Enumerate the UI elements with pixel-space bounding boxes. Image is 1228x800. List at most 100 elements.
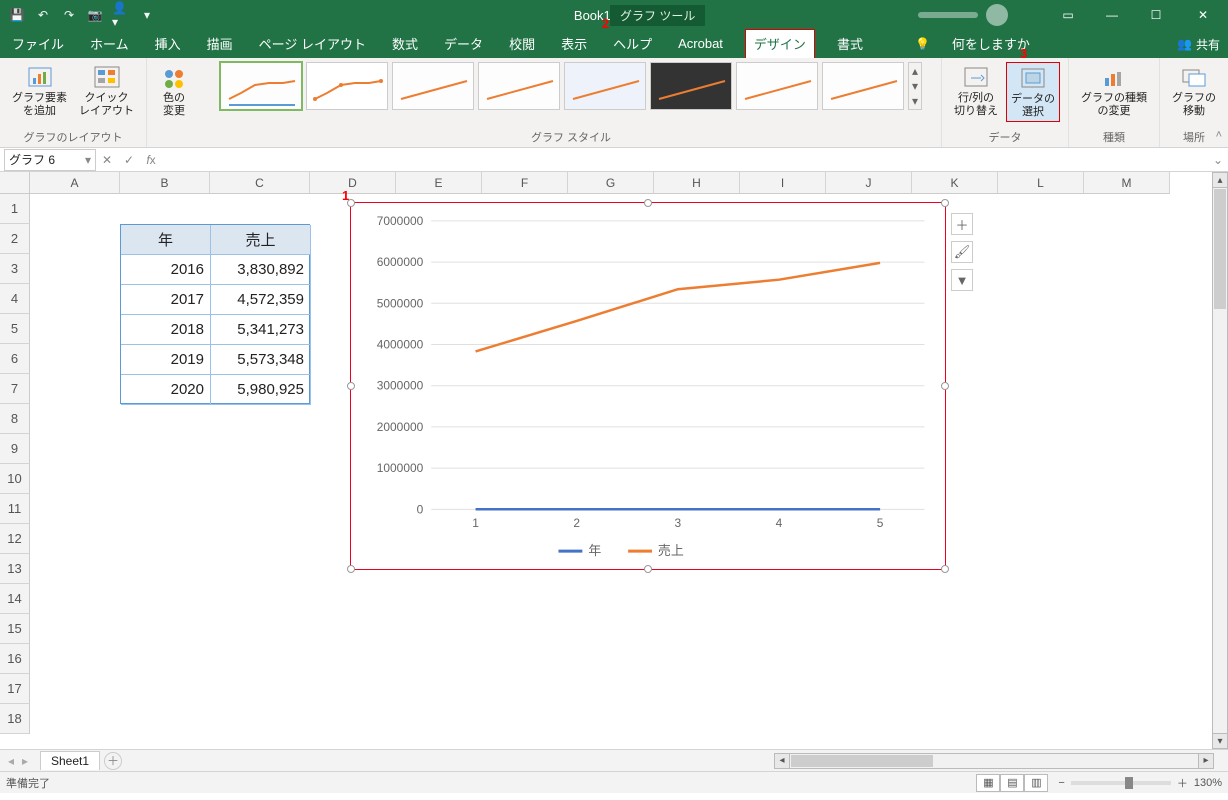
cell-sales-4[interactable]: 5,980,925 [211, 375, 311, 405]
quick-layout-button[interactable]: クイック レイアウト [75, 62, 138, 120]
row-header-16[interactable]: 16 [0, 644, 30, 674]
normal-view-button[interactable]: ▦ [976, 774, 1000, 792]
column-header-J[interactable]: J [826, 172, 912, 194]
chart-style-6[interactable] [650, 62, 732, 110]
expand-formula-bar-icon[interactable]: ⌄ [1208, 153, 1228, 167]
row-header-5[interactable]: 5 [0, 314, 30, 344]
scroll-left-icon[interactable]: ◂ [774, 753, 790, 769]
chart-handle-r[interactable] [941, 382, 949, 390]
row-header-7[interactable]: 7 [0, 374, 30, 404]
tab-help[interactable]: ヘルプ [609, 30, 656, 59]
formula-input[interactable] [162, 149, 1208, 171]
cell-sales-3[interactable]: 5,573,348 [211, 345, 311, 375]
account-area[interactable] [918, 4, 1008, 26]
cell-year-4[interactable]: 2020 [121, 375, 211, 405]
vscroll-thumb[interactable] [1214, 189, 1226, 309]
row-header-4[interactable]: 4 [0, 284, 30, 314]
column-header-E[interactable]: E [396, 172, 482, 194]
name-box[interactable]: グラフ 6 ▾ [4, 149, 96, 171]
zoom-level[interactable]: 130% [1194, 777, 1222, 789]
row-header-18[interactable]: 18 [0, 704, 30, 734]
sheet-nav-next-icon[interactable]: ▸ [22, 754, 28, 768]
worksheet-grid[interactable]: ABCDEFGHIJKLM 12345678910111213141516171… [0, 172, 1228, 749]
tab-acrobat[interactable]: Acrobat [674, 32, 727, 57]
chart-handle-tr[interactable] [941, 199, 949, 207]
column-header-M[interactable]: M [1084, 172, 1170, 194]
undo-icon[interactable]: ↶ [34, 6, 52, 24]
row-header-17[interactable]: 17 [0, 674, 30, 704]
tab-insert[interactable]: 挿入 [151, 30, 185, 59]
row-header-15[interactable]: 15 [0, 614, 30, 644]
chart-handle-l[interactable] [347, 382, 355, 390]
sheet-nav-prev-icon[interactable]: ◂ [8, 754, 14, 768]
chart-style-2[interactable] [306, 62, 388, 110]
row-header-14[interactable]: 14 [0, 584, 30, 614]
chart-elements-button[interactable]: ＋ [951, 213, 973, 235]
select-all-corner[interactable] [0, 172, 30, 194]
scroll-right-icon[interactable]: ▸ [1198, 753, 1214, 769]
camera-icon[interactable]: 📷 [86, 6, 104, 24]
cell-year-0[interactable]: 2016 [121, 255, 211, 285]
zoom-thumb[interactable] [1125, 777, 1133, 789]
change-chart-type-button[interactable]: グラフの種類 の変更 [1077, 62, 1151, 120]
chart-handle-br[interactable] [941, 565, 949, 573]
row-header-8[interactable]: 8 [0, 404, 30, 434]
cell-year-2[interactable]: 2018 [121, 315, 211, 345]
minimize-icon[interactable]: — [1090, 0, 1134, 30]
column-header-G[interactable]: G [568, 172, 654, 194]
row-header-1[interactable]: 1 [0, 194, 30, 224]
chart-object[interactable]: 0100000020000003000000400000050000006000… [350, 202, 946, 570]
chart-filters-button[interactable]: ▼ [951, 269, 973, 291]
tab-home[interactable]: ホーム [86, 30, 133, 59]
move-chart-button[interactable]: グラフの 移動 [1168, 62, 1220, 120]
cell-year-1[interactable]: 2017 [121, 285, 211, 315]
zoom-in-button[interactable]: ＋ [1177, 775, 1188, 791]
redo-icon[interactable]: ↷ [60, 6, 78, 24]
cell-year-3[interactable]: 2019 [121, 345, 211, 375]
column-headers[interactable]: ABCDEFGHIJKLM [30, 172, 1170, 194]
fx-icon[interactable]: fx [140, 153, 162, 167]
tab-draw[interactable]: 描画 [203, 30, 237, 59]
row-header-3[interactable]: 3 [0, 254, 30, 284]
chart-style-7[interactable] [736, 62, 818, 110]
cancel-icon[interactable]: ✕ [96, 153, 118, 167]
cell-sales-1[interactable]: 4,572,359 [211, 285, 311, 315]
chart-plot-area[interactable]: 0100000020000003000000400000050000006000… [351, 203, 945, 569]
column-header-K[interactable]: K [912, 172, 998, 194]
add-chart-element-button[interactable]: グラフ要素 を追加 [8, 62, 71, 120]
cell-header-sales[interactable]: 売上 [211, 225, 311, 255]
row-header-11[interactable]: 11 [0, 494, 30, 524]
column-header-C[interactable]: C [210, 172, 310, 194]
hscroll-thumb[interactable] [791, 755, 933, 767]
page-break-view-button[interactable]: ▥ [1024, 774, 1048, 792]
zoom-slider[interactable] [1071, 781, 1171, 785]
select-data-button[interactable]: データの 選択 [1006, 62, 1060, 122]
zoom-out-button[interactable]: − [1058, 777, 1064, 789]
row-header-6[interactable]: 6 [0, 344, 30, 374]
share-button[interactable]: 👥 共有 [1177, 36, 1220, 53]
name-box-dropdown-icon[interactable]: ▾ [85, 153, 91, 167]
tab-view[interactable]: 表示 [557, 30, 591, 59]
touch-icon[interactable]: 👤▾ [112, 6, 130, 24]
chart-handle-tl[interactable] [347, 199, 355, 207]
column-header-H[interactable]: H [654, 172, 740, 194]
row-header-12[interactable]: 12 [0, 524, 30, 554]
column-header-L[interactable]: L [998, 172, 1084, 194]
tab-pagelayout[interactable]: ページ レイアウト [255, 30, 370, 59]
column-header-D[interactable]: D [310, 172, 396, 194]
chart-handle-t[interactable] [644, 199, 652, 207]
row-header-13[interactable]: 13 [0, 554, 30, 584]
chart-styles-button[interactable]: 🖌 [951, 241, 973, 263]
style-gallery-more-button[interactable]: ▴▾▾ [908, 62, 922, 110]
add-sheet-button[interactable]: ＋ [104, 752, 122, 770]
cell-sales-0[interactable]: 3,830,892 [211, 255, 311, 285]
column-header-I[interactable]: I [740, 172, 826, 194]
ribbon-display-icon[interactable]: ▭ [1046, 0, 1090, 30]
switch-row-column-button[interactable]: 行/列の 切り替え [950, 62, 1002, 120]
chart-style-gallery[interactable]: ▴▾▾ [220, 62, 922, 110]
chart-style-4[interactable] [478, 62, 560, 110]
tab-formulas[interactable]: 数式 [388, 30, 422, 59]
maximize-icon[interactable]: ☐ [1134, 0, 1178, 30]
scroll-down-icon[interactable]: ▾ [1212, 733, 1228, 749]
page-layout-view-button[interactable]: ▤ [1000, 774, 1024, 792]
